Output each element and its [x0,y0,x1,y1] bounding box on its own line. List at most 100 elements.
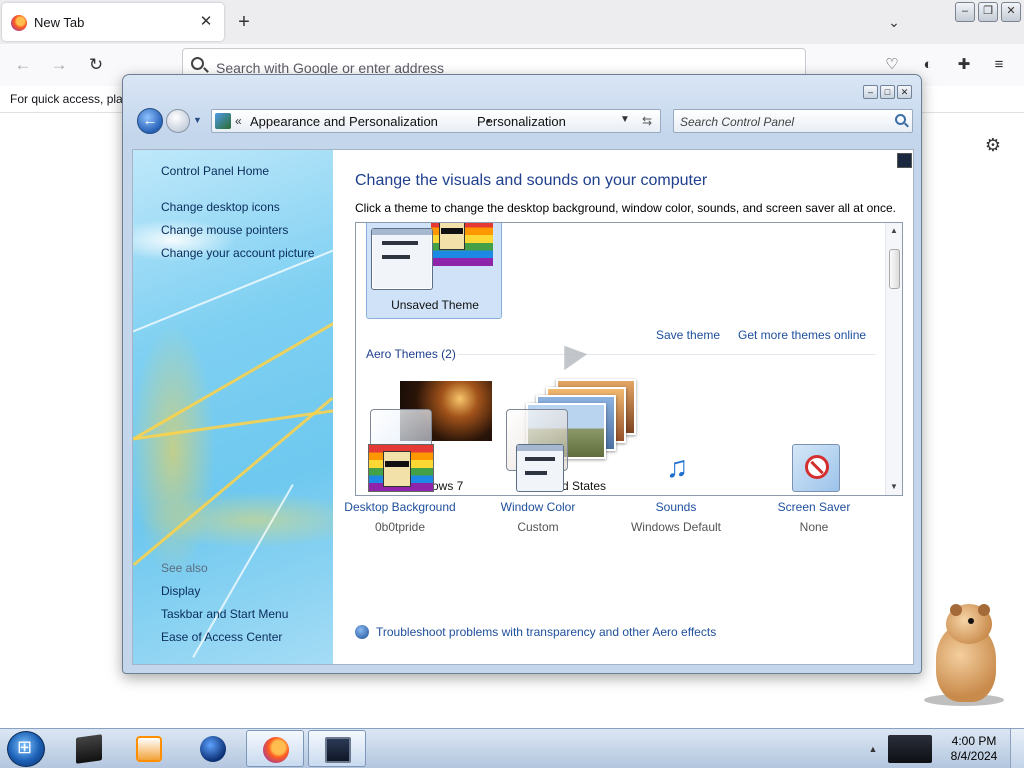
menu-icon[interactable]: ≡ [988,54,1010,76]
app-icon [76,734,102,764]
setting-value: Custom [517,520,559,534]
scroll-up-icon[interactable]: ▲ [886,223,902,239]
show-desktop-button[interactable] [1010,729,1024,768]
window-color-setting[interactable]: Window Color Custom [473,444,603,544]
tab-close-button[interactable]: ✕ [196,12,216,32]
taskbar-media-player[interactable] [120,730,178,767]
clock[interactable]: 4:00 PM 8/4/2024 [940,734,1008,764]
extensions-icon[interactable]: ✚ [953,54,975,76]
firefox-favicon-icon [11,15,27,31]
sidebar-change-account-picture[interactable]: Change your account picture [161,246,314,260]
browser-tab-strip: New Tab ✕ + ⌄ – ❐ ✕ [0,0,1024,44]
screen-saver-icon [792,444,840,492]
cp-close-button[interactable]: ✕ [897,85,912,99]
page-title: Change the visuals and sounds on your co… [355,172,708,189]
breadcrumb-appearance[interactable]: Appearance and Personalization [250,114,438,129]
swatch-line [525,471,547,475]
browser-close-button[interactable]: ✕ [1001,2,1021,22]
gear-icon[interactable]: ⚙ [982,134,1004,156]
disabled-icon [805,455,829,479]
taskbar-app-1[interactable] [60,730,118,767]
swatch-line [382,255,410,259]
forward-button[interactable]: → [46,53,72,77]
cp-minimize-button[interactable]: – [863,85,878,99]
breadcrumb-personalization-label: Personalization [477,114,566,129]
browser-minimize-button[interactable]: – [955,2,975,22]
bookmark-toolbar-hint: For quick access, plac [10,92,129,106]
recent-pages-chevron-icon[interactable]: ▼ [193,115,202,125]
setting-value: None [799,520,829,534]
pocket-icon[interactable]: ♡ [881,54,903,76]
taskbar-control-panel[interactable] [308,730,366,767]
sidebar-taskbar-start-menu[interactable]: Taskbar and Start Menu [161,607,288,621]
desktop-background-setting[interactable]: Desktop Background 0b0tpride [335,444,465,544]
cp-forward-button[interactable] [166,109,190,133]
browser-tab-new-tab[interactable]: New Tab ✕ [2,3,224,41]
scroll-down-icon[interactable]: ▼ [886,479,902,495]
pet-ear [950,604,962,616]
window-color-swatch-icon [371,228,433,290]
window-color-icon [516,444,564,492]
new-tab-button[interactable]: + [232,10,256,34]
sidebar-change-desktop-icons[interactable]: Change desktop icons [161,200,280,214]
divider [458,354,876,355]
setting-name: Screen Saver [777,500,851,514]
browser-restore-button[interactable]: ❐ [978,2,998,22]
hamster-desktop-pet[interactable] [920,604,1010,708]
taskbar-browser-globe[interactable] [184,730,242,767]
breadcrumb-personalization[interactable]: Personalization [477,114,566,129]
cp-content: Control Panel Home Change desktop icons … [132,149,914,665]
save-theme-link[interactable]: Save theme [656,328,720,342]
search-icon [895,114,906,125]
scrollbar-thumb[interactable] [889,249,900,289]
back-button[interactable]: ← [10,53,36,77]
wallpaper-sunglasses [385,461,409,467]
sidebar-change-mouse-pointers[interactable]: Change mouse pointers [161,223,288,237]
start-button[interactable] [7,731,45,767]
search-icon [191,57,204,70]
cp-main: Change the visuals and sounds on your co… [333,150,913,664]
troubleshoot-icon [355,625,369,639]
taskbar-firefox[interactable] [246,730,304,767]
cp-search-placeholder: Search Control Panel [680,115,795,129]
cp-sidebar: Control Panel Home Change desktop icons … [133,150,333,664]
refresh-icon[interactable]: ⇆ [642,114,652,128]
setting-value: 0b0tpride [374,520,426,534]
cp-maximize-button[interactable]: □ [880,85,895,99]
sidebar-display[interactable]: Display [161,584,200,598]
sidebar-ease-of-access[interactable]: Ease of Access Center [161,630,282,644]
clock-date: 8/4/2024 [950,749,998,763]
get-more-themes-link[interactable]: Get more themes online [738,328,866,342]
network-icon[interactable] [888,735,932,763]
media-player-icon [136,736,162,762]
swatch-line [525,457,555,461]
see-also-heading: See also [161,561,208,575]
sidebar-control-panel-home[interactable]: Control Panel Home [161,164,269,178]
cp-back-button[interactable]: ← [137,108,163,134]
reload-button[interactable]: ↻ [83,53,109,77]
cp-address-bar: ← ▼ « Appearance and Personalization • P… [133,101,915,141]
sounds-icon: ♫ [665,451,689,484]
breadcrumb[interactable]: « Appearance and Personalization • Perso… [211,109,661,133]
account-icon[interactable]: ◐ [917,54,939,76]
cp-search-input[interactable]: Search Control Panel [673,109,913,133]
screen-saver-setting[interactable]: Screen Saver None [749,444,879,544]
page-description: Click a theme to change the desktop back… [355,201,896,215]
help-icon[interactable] [897,153,912,168]
list-all-tabs-button[interactable]: ⌄ [882,10,906,34]
setting-value: Windows Default [630,520,722,534]
swatch-titlebar [517,445,563,451]
breadcrumb-overflow[interactable]: « [235,114,242,128]
globe-icon [200,736,226,762]
wallpaper-sunglasses [441,228,463,234]
theme-unsaved[interactable]: Unsaved Theme [366,223,502,319]
show-hidden-icons-button[interactable]: ▲ [864,731,882,767]
theme-label: Unsaved Theme [391,298,479,312]
display-icon [325,737,351,763]
setting-name: Sounds [655,500,697,514]
aero-themes-heading: Aero Themes (2) [366,347,456,361]
breadcrumb-dropdown-icon[interactable]: ▼ [620,114,630,125]
theme-list-scrollbar[interactable]: ▲ ▼ [885,223,902,495]
sounds-setting[interactable]: ♫ Sounds Windows Default [611,444,741,544]
firefox-icon [263,737,289,763]
